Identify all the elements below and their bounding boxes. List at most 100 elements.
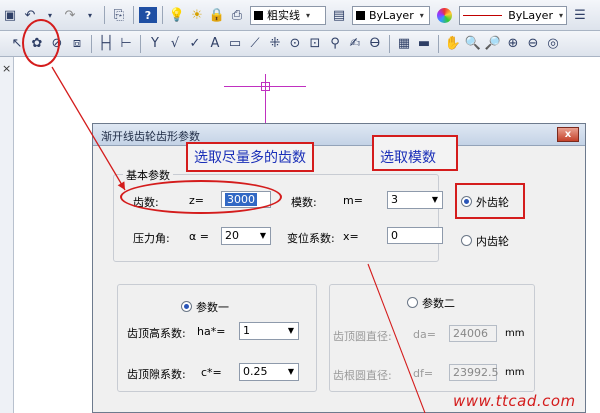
gear-parameters-dialog: 渐开线齿轮齿形参数 x 基本参数 齿数: z= 3000 模数: m= 3 ▼ … xyxy=(92,123,586,413)
chevron-down-icon: ▼ xyxy=(287,326,294,335)
help-icon[interactable]: ? xyxy=(139,7,157,23)
dialog-titlebar[interactable]: 渐开线齿轮齿形参数 x xyxy=(93,124,585,146)
pan-icon[interactable]: ✋ xyxy=(444,34,462,54)
module-label: 模数: xyxy=(291,196,317,209)
zoom-extent-icon[interactable]: ⊕ xyxy=(504,34,522,54)
weld-icon[interactable]: ⚲ xyxy=(326,34,344,54)
color-value: ByLayer xyxy=(369,8,414,22)
copy-icon[interactable]: ⎘ xyxy=(110,5,128,25)
toolbar-separator xyxy=(104,6,105,24)
tip-diameter-label: 齿顶圆直径: xyxy=(333,330,392,343)
callout-teeth: 选取尽量多的齿数 xyxy=(186,142,314,172)
root-diameter-input: 23992.5 xyxy=(449,364,499,381)
shaft-icon[interactable]: ⧈ xyxy=(68,34,86,54)
tip-diameter-symbol: da= xyxy=(413,328,436,341)
chevron-down-icon: ▼ xyxy=(287,367,294,376)
internal-gear-label[interactable]: 内齿轮 xyxy=(476,233,509,249)
callout-module: 选取模数 xyxy=(372,135,458,171)
root-diameter-value: 23992.5 xyxy=(453,366,499,379)
clearance-coef-label: 齿顶隙系数: xyxy=(127,368,186,381)
dimension-icon[interactable]: ├┤ xyxy=(97,34,115,54)
annotation-circle-gear-tool xyxy=(22,19,60,67)
baseline-dim-icon[interactable]: ⊢ xyxy=(117,34,135,54)
basic-parameters-label: 基本参数 xyxy=(123,167,173,183)
layer-properties-icon[interactable]: ▤ xyxy=(330,5,348,25)
color-wheel-icon[interactable] xyxy=(437,7,452,23)
chevron-down-icon: ▾ xyxy=(558,10,563,20)
linetype-style-combo[interactable]: 粗实线 ▾ xyxy=(250,5,326,25)
addendum-coef-value: 1 xyxy=(243,324,250,337)
red-line-swatch xyxy=(463,14,503,16)
root-diameter-label: 齿根圆直径: xyxy=(333,369,392,382)
zoom-icon[interactable]: 🔍 xyxy=(464,34,482,54)
toolbar-separator xyxy=(389,34,390,53)
marker-icon[interactable]: ✍ xyxy=(346,34,364,54)
clearance-coef-value: 0.25 xyxy=(243,365,268,378)
param-one-label[interactable]: 参数一 xyxy=(196,299,229,315)
watermark-text: www.ttcad.com xyxy=(453,392,576,410)
pressure-angle-value: 20 xyxy=(225,229,239,242)
hatch-icon[interactable]: ⁜ xyxy=(266,34,284,54)
param-one-radio[interactable] xyxy=(181,301,192,312)
toolbar-separator xyxy=(140,34,141,53)
open-file-icon[interactable]: ▣ xyxy=(1,5,19,25)
printer-icon[interactable]: ⎙ xyxy=(228,5,246,25)
frame-icon[interactable]: ▭ xyxy=(226,34,244,54)
document-tab-strip xyxy=(0,57,14,413)
dialog-close-button[interactable]: x xyxy=(557,127,579,142)
pressure-angle-symbol: α = xyxy=(189,230,209,243)
toolbar-separator xyxy=(162,6,163,24)
toolbar-separator xyxy=(133,6,134,24)
table-icon[interactable]: ▦ xyxy=(395,34,413,54)
redo-dropdown-icon[interactable]: ▾ xyxy=(81,5,99,25)
param-two-label[interactable]: 参数二 xyxy=(422,295,455,311)
tip-diameter-input: 24006 xyxy=(449,325,497,342)
module-select[interactable]: 3 ▼ xyxy=(387,191,443,209)
toolbar-row-2: ↖ ✿ ⊘ ⧈ ├┤ ⊢ Y √ ✓ A ▭ ⟋ ⁜ ⊙ ⊡ ⚲ ✍ Ꮎ ▦ ▬… xyxy=(0,31,600,57)
shift-coef-input[interactable]: 0 xyxy=(387,227,443,244)
close-icon[interactable]: × xyxy=(2,62,11,75)
title-block-icon[interactable]: ▬ xyxy=(415,34,433,54)
toolbar-separator xyxy=(91,34,92,53)
clearance-coef-select[interactable]: 0.25 ▼ xyxy=(239,363,299,381)
annotation-ellipse-teeth xyxy=(120,180,282,214)
slope-icon[interactable]: ⟋ xyxy=(246,34,264,54)
addendum-coef-label: 齿顶高系数: xyxy=(127,327,186,340)
tolerance-icon[interactable]: A xyxy=(206,34,224,54)
balloon-icon[interactable]: ⊙ xyxy=(286,34,304,54)
clearance-coef-symbol: c*= xyxy=(201,366,222,379)
light-bulb-icon[interactable]: 💡 xyxy=(168,5,186,25)
swatch-black xyxy=(254,10,263,20)
zoom-realtime-icon[interactable]: ◎ xyxy=(544,34,562,54)
crosshair-pickbox xyxy=(261,82,270,91)
check-icon[interactable]: ✓ xyxy=(186,34,204,54)
zoom-window-icon[interactable]: 🔎 xyxy=(484,34,502,54)
lock-icon[interactable]: 🔒 xyxy=(208,5,226,25)
sun-icon[interactable]: ☀ xyxy=(188,5,206,25)
addendum-coef-symbol: ha*= xyxy=(197,325,226,338)
internal-gear-radio[interactable] xyxy=(461,235,472,246)
shift-coef-symbol: x= xyxy=(343,230,359,243)
line-weight-icon[interactable]: ☰ xyxy=(571,5,589,25)
chevron-down-icon: ▼ xyxy=(259,231,266,240)
addendum-coef-select[interactable]: 1 ▼ xyxy=(239,322,299,340)
linetype-value: ByLayer xyxy=(508,8,553,22)
leader-icon[interactable]: Y xyxy=(146,34,164,54)
tip-diameter-unit: mm xyxy=(505,328,525,339)
tip-diameter-value: 24006 xyxy=(453,327,488,340)
chevron-down-icon: ▾ xyxy=(306,10,311,20)
color-combo[interactable]: ByLayer ▾ xyxy=(352,5,430,25)
zoom-previous-icon[interactable]: ⊖ xyxy=(524,34,542,54)
root-diameter-symbol: df= xyxy=(413,367,434,380)
redo-icon[interactable]: ↷ xyxy=(61,5,79,25)
datum-icon[interactable]: ⊡ xyxy=(306,34,324,54)
param-two-radio[interactable] xyxy=(407,297,418,308)
root-diameter-unit: mm xyxy=(505,367,525,378)
linetype-combo[interactable]: ByLayer ▾ xyxy=(459,5,567,25)
chevron-down-icon: ▼ xyxy=(431,195,438,204)
pressure-angle-label: 压力角: xyxy=(133,232,170,245)
swatch-black xyxy=(356,10,365,20)
pressure-angle-select[interactable]: 20 ▼ xyxy=(221,227,271,245)
roughness-icon[interactable]: √ xyxy=(166,34,184,54)
text-icon[interactable]: Ꮎ xyxy=(366,34,384,54)
